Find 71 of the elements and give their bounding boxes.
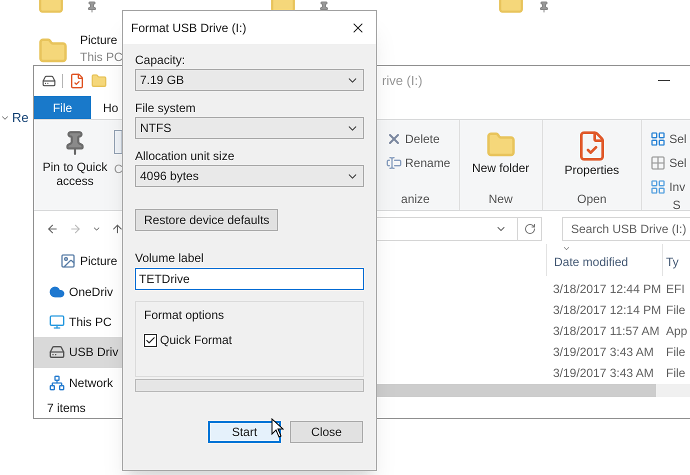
sort-icon bbox=[562, 244, 571, 253]
ribbon-button[interactable]: Sel bbox=[650, 130, 690, 148]
volume-label-field[interactable]: TETDrive bbox=[135, 268, 364, 290]
ribbon-button[interactable]: Sel bbox=[650, 154, 690, 172]
section-heading: Re bbox=[12, 109, 29, 127]
checkbox-label[interactable]: Quick Format bbox=[160, 331, 232, 349]
ribbon-button[interactable]: Pin to Quick access bbox=[38, 120, 112, 210]
window-title: rive (I:) bbox=[382, 72, 424, 90]
column-header[interactable]: Ty bbox=[662, 244, 690, 276]
grid-icon bbox=[650, 131, 666, 147]
field-label: Volume label bbox=[135, 251, 205, 265]
group-label: New bbox=[488, 191, 514, 208]
dialog-button[interactable]: Close bbox=[290, 421, 363, 443]
status-text: 7 items bbox=[47, 400, 86, 417]
refresh-icon[interactable] bbox=[524, 223, 536, 235]
document-check-icon[interactable] bbox=[69, 73, 85, 89]
monitor-icon bbox=[49, 314, 65, 330]
field-label: Capacity: bbox=[135, 53, 186, 67]
pin-icon bbox=[538, 1, 550, 13]
restore-button[interactable]: Restore device defaults bbox=[135, 209, 278, 231]
image-icon bbox=[60, 253, 76, 270]
group-label: anize bbox=[400, 191, 431, 208]
table-cell-text: App bbox=[665, 322, 688, 340]
ribbon-tab[interactable]: File bbox=[34, 96, 91, 119]
table-cell-text: EFI bbox=[665, 280, 685, 298]
ribbon-button[interactable]: Delete bbox=[386, 130, 459, 148]
group-title: Format options bbox=[144, 307, 226, 324]
nav-item[interactable]: OneDriv bbox=[34, 276, 134, 307]
table-cell-text: 3/18/2017 12:14 PM bbox=[552, 302, 662, 318]
ribbon-button[interactable]: Properties bbox=[562, 130, 622, 177]
grid-icon bbox=[650, 179, 666, 195]
nav-item[interactable]: Network bbox=[34, 368, 134, 398]
pin-icon bbox=[318, 1, 330, 13]
field-label: Allocation unit size bbox=[135, 149, 236, 163]
table-cell-text: File bbox=[665, 302, 686, 318]
group-label: Open bbox=[576, 191, 608, 208]
drive-icon[interactable] bbox=[42, 74, 56, 88]
dropdown[interactable]: 7.19 GB bbox=[135, 69, 364, 91]
dialog-title: Format USB Drive (I:) bbox=[131, 20, 246, 36]
checkbox[interactable] bbox=[144, 334, 157, 346]
dropdown[interactable]: NTFS bbox=[135, 117, 364, 139]
minimize-icon[interactable] bbox=[658, 80, 670, 82]
back-icon[interactable] bbox=[46, 222, 59, 236]
cloud-icon bbox=[49, 284, 65, 300]
cursor-icon bbox=[271, 418, 284, 438]
grid-icon bbox=[650, 155, 666, 171]
up-icon[interactable] bbox=[111, 222, 124, 236]
group-label: S bbox=[672, 197, 682, 214]
column-header[interactable]: Date modified bbox=[546, 244, 662, 276]
table-cell-text: 3/19/2017 3:43 AM bbox=[552, 344, 655, 360]
table-cell-text: File bbox=[665, 344, 686, 360]
search-field[interactable]: Search USB Drive (I:) bbox=[562, 217, 690, 241]
table-cell-text: 3/19/2017 3:43 AM bbox=[552, 364, 655, 382]
table-cell-text: File bbox=[665, 364, 686, 382]
cross-icon bbox=[386, 131, 402, 147]
ribbon-button[interactable]: New folder bbox=[470, 130, 531, 175]
field-label: File system bbox=[135, 101, 197, 115]
rename-icon bbox=[386, 155, 402, 171]
table-cell-text: 3/18/2017 12:44 PM bbox=[552, 280, 662, 298]
nav-item[interactable]: Picture bbox=[34, 246, 134, 276]
drive-icon bbox=[49, 344, 65, 360]
ribbon-tab[interactable]: Ho bbox=[103, 96, 118, 119]
dropdown[interactable]: 4096 bytes bbox=[135, 165, 364, 187]
pin-icon bbox=[86, 1, 98, 13]
ribbon-button[interactable]: Rename bbox=[386, 154, 459, 172]
ribbon-button[interactable]: Inv bbox=[650, 178, 690, 196]
network-icon bbox=[49, 374, 65, 391]
item-location: This PC bbox=[80, 49, 123, 66]
table-cell-text: 3/18/2017 11:57 AM bbox=[552, 322, 661, 340]
item-name: Picture bbox=[80, 32, 118, 49]
nav-item[interactable]: This PC bbox=[34, 306, 134, 338]
